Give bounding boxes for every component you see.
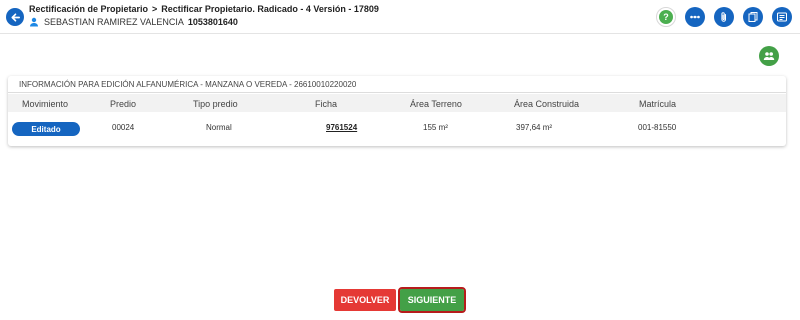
column-header-area-terreno: Área Terreno — [410, 99, 462, 109]
column-header-ficha: Ficha — [315, 99, 338, 109]
info-card: INFORMACIÓN PARA EDICIÓN ALFANUMÉRICA - … — [8, 76, 786, 146]
column-header-area-construida: Área Construida — [514, 99, 580, 109]
header-toolbar: ? — [656, 7, 792, 27]
cell-area-construida: 397,64 m² — [516, 123, 553, 132]
table-header: Movimiento Predio Tipo predio Ficha Área… — [8, 94, 786, 112]
devolver-button[interactable]: DEVOLVER — [334, 289, 396, 311]
person-icon — [30, 17, 38, 27]
group-icon[interactable] — [759, 46, 779, 66]
user-name: SEBASTIAN RAMIREZ VALENCIA — [44, 17, 184, 27]
notes-icon[interactable] — [772, 7, 792, 27]
card-title: INFORMACIÓN PARA EDICIÓN ALFANUMÉRICA - … — [8, 76, 786, 93]
cell-area-terreno: 155 m² — [423, 123, 448, 132]
more-horizontal-icon[interactable] — [685, 7, 705, 27]
page-header: Rectificación de Propietario > Rectificar … — [0, 0, 800, 34]
user-info: SEBASTIAN RAMIREZ VALENCIA 1053801640 — [29, 17, 238, 27]
back-arrow-icon[interactable] — [6, 8, 24, 26]
column-header-movimiento: Movimiento — [22, 99, 69, 109]
breadcrumb: Rectificación de Propietario > Rectificar … — [29, 4, 379, 14]
attachment-icon[interactable] — [714, 7, 734, 27]
help-icon[interactable]: ? — [656, 7, 676, 27]
ficha-link[interactable]: 9761524 — [326, 123, 357, 132]
cell-matricula: 001-81550 — [638, 123, 677, 132]
column-header-tipo-predio: Tipo predio — [193, 99, 238, 109]
documents-icon[interactable] — [743, 7, 763, 27]
column-header-matricula: Matrícula — [639, 99, 677, 109]
siguiente-button[interactable]: SIGUIENTE — [398, 287, 466, 313]
user-id: 1053801640 — [187, 17, 238, 27]
breadcrumb-item-process[interactable]: Rectificación de Propietario — [29, 4, 148, 14]
breadcrumb-item-current: Rectificar Propietario. Radicado - 4 Ver… — [161, 4, 379, 14]
breadcrumb-separator: > — [152, 4, 158, 14]
column-header-predio: Predio — [110, 99, 137, 109]
cell-tipo-predio: Normal — [206, 123, 232, 132]
table-row: Editado 00024 Normal 9761524 155 m² 397,… — [8, 118, 786, 140]
cell-predio: 00024 — [112, 123, 135, 132]
movimiento-badge[interactable]: Editado — [12, 122, 80, 136]
